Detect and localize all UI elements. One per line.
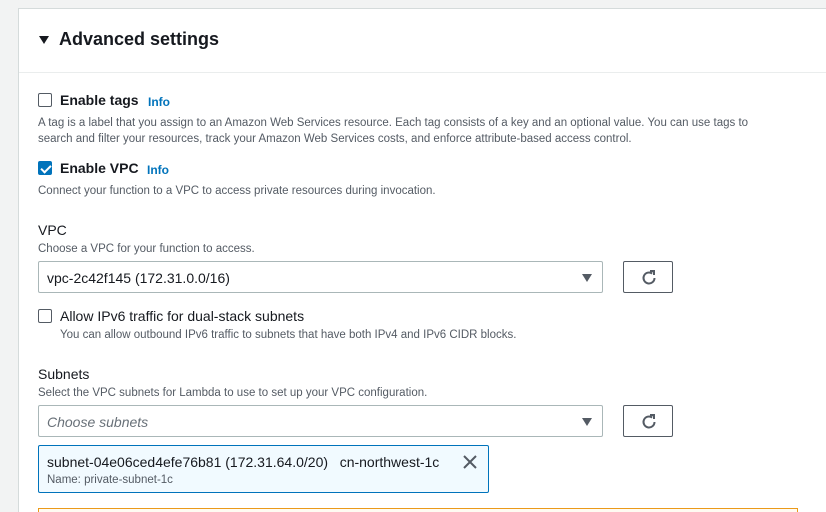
caret-down-icon <box>582 274 592 282</box>
ipv6-label[interactable]: Allow IPv6 traffic for dual-stack subnet… <box>60 308 304 324</box>
enable-tags-checkbox[interactable] <box>38 93 52 107</box>
caret-down-icon <box>582 418 592 426</box>
enable-tags-info-link[interactable]: Info <box>148 95 170 109</box>
vpc-select[interactable]: vpc-2c42f145 (172.31.0.0/16) <box>38 261 603 293</box>
vpc-field-label: VPC <box>38 222 67 238</box>
tags-description-line1: A tag is a label that you assign to an A… <box>38 117 749 129</box>
subnets-field-description: Select the VPC subnets for Lambda to use… <box>38 387 428 399</box>
vpc-select-value: vpc-2c42f145 (172.31.0.0/16) <box>47 270 230 286</box>
warning-alert <box>38 508 798 512</box>
subnets-field-label: Subnets <box>38 366 90 382</box>
subnet-token-main: subnet-04e06ced4efe76b81 (172.31.64.0/20… <box>47 454 439 470</box>
ipv6-checkbox[interactable] <box>38 309 52 323</box>
enable-tags-label[interactable]: Enable tags <box>60 92 139 108</box>
subnet-token-id: subnet-04e06ced4efe76b81 (172.31.64.0/20… <box>47 454 329 470</box>
close-icon[interactable] <box>462 454 478 470</box>
subnet-token-zone: cn-northwest-1c <box>339 454 440 470</box>
enable-vpc-checkbox[interactable] <box>38 161 52 175</box>
vpc-toggle-description: Connect your function to a VPC to access… <box>38 185 436 197</box>
enable-vpc-info-link[interactable]: Info <box>147 163 169 177</box>
enable-vpc-label[interactable]: Enable VPC <box>60 160 139 176</box>
subnet-token: subnet-04e06ced4efe76b81 (172.31.64.0/20… <box>38 445 489 493</box>
tags-description-line2: search and filter your resources, track … <box>38 133 632 145</box>
refresh-icon <box>642 270 656 285</box>
refresh-subnets-button[interactable] <box>623 405 673 437</box>
advanced-settings-header[interactable]: Advanced settings <box>19 9 826 73</box>
caret-down-icon[interactable] <box>39 36 49 44</box>
subnets-select[interactable]: Choose subnets <box>38 405 603 437</box>
vpc-field-description: Choose a VPC for your function to access… <box>38 243 255 255</box>
section-title[interactable]: Advanced settings <box>59 29 219 50</box>
ipv6-description: You can allow outbound IPv6 traffic to s… <box>60 329 517 341</box>
refresh-vpc-button[interactable] <box>623 261 673 293</box>
subnets-select-placeholder: Choose subnets <box>47 414 149 430</box>
refresh-icon <box>642 414 656 429</box>
subnet-token-name: Name: private-subnet-1c <box>47 474 173 486</box>
